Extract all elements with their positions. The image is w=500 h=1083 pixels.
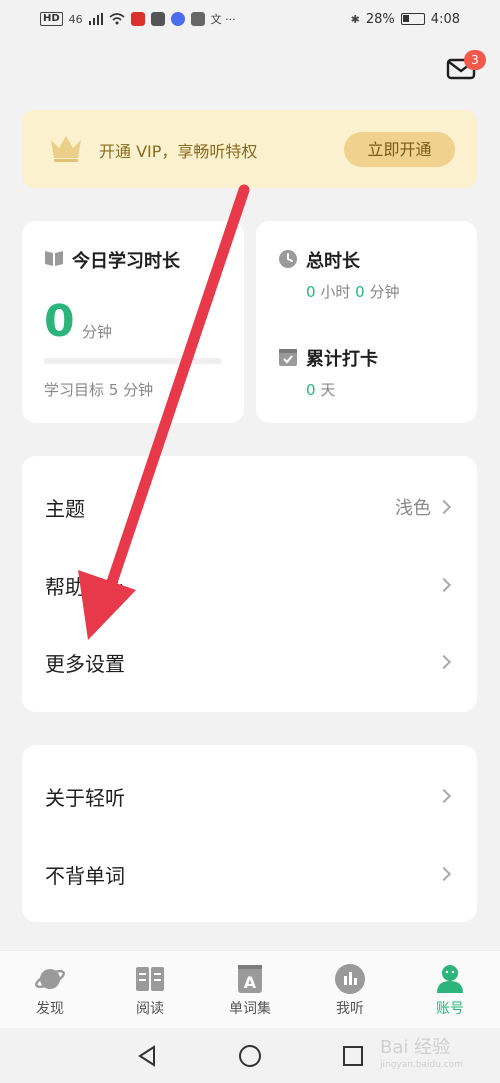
checkin-icon xyxy=(279,349,297,366)
chevron-right-icon xyxy=(436,866,452,882)
nav-listen[interactable]: 我听 xyxy=(300,951,400,1029)
theme-value: 浅色 xyxy=(395,498,431,519)
settings-list: 主题 浅色 帮助中心 更多设置 xyxy=(22,456,477,712)
watermark-url: jingyan.baidu.com xyxy=(380,1060,464,1070)
bubei-row[interactable]: 不背单词 xyxy=(22,835,477,913)
word-set-icon: A xyxy=(238,965,262,993)
about-list: 关于轻听 不背单词 xyxy=(22,745,477,922)
clock: 4:08 xyxy=(430,11,460,27)
status-right: ✱ 28% 4:08 xyxy=(351,12,460,27)
nav-listen-label: 我听 xyxy=(336,1001,364,1017)
today-study-card[interactable]: 今日学习时长 0 分钟 学习目标 5 分钟 xyxy=(22,221,244,423)
hd-indicator: HD xyxy=(40,12,63,26)
nav-account-label: 账号 xyxy=(436,1001,464,1017)
help-center-label: 帮助中心 xyxy=(45,574,125,599)
book-icon xyxy=(136,967,164,991)
vip-banner[interactable]: 开通 VIP，享畅听特权 立即开通 xyxy=(22,110,477,188)
bluetooth-icon: ✱ xyxy=(350,12,360,26)
status-bar: HD 46 文 ··· ✱ 28% 4:08 xyxy=(0,0,500,38)
chevron-right-icon xyxy=(436,499,452,515)
vip-open-button[interactable]: 立即开通 xyxy=(344,132,455,167)
theme-row[interactable]: 主题 浅色 xyxy=(22,468,477,546)
today-minutes: 0 xyxy=(44,296,75,347)
study-progress-bar xyxy=(44,358,222,364)
hours-unit: 小时 xyxy=(320,283,351,301)
chevron-right-icon xyxy=(436,788,452,804)
bottom-nav: 发现 阅读 A 单词集 我听 账号 xyxy=(0,950,500,1028)
chevron-right-icon xyxy=(436,577,452,593)
total-title: 总时长 xyxy=(306,251,360,272)
help-center-row[interactable]: 帮助中心 xyxy=(22,546,477,624)
nav-read-label: 阅读 xyxy=(136,1001,164,1017)
app-notification-icon xyxy=(130,12,145,26)
theme-value-group: 浅色 xyxy=(395,494,453,520)
nav-word-set-label: 单词集 xyxy=(229,1001,271,1017)
crown-icon xyxy=(51,136,81,162)
more-notifications-icon: 文 ··· xyxy=(210,13,236,26)
days-count: 0 xyxy=(306,381,316,399)
status-left: HD 46 文 ··· xyxy=(40,11,236,27)
checkin-title: 累计打卡 xyxy=(306,349,378,370)
total-hours: 0 xyxy=(306,283,316,301)
nav-account[interactable]: 账号 xyxy=(400,951,500,1029)
mail-badge: 3 xyxy=(464,50,486,70)
vip-text: 开通 VIP，享畅听特权 xyxy=(99,142,258,161)
more-settings-label: 更多设置 xyxy=(45,651,125,676)
checkin-days: 0 天 xyxy=(306,379,335,400)
nav-read[interactable]: 阅读 xyxy=(100,951,200,1029)
chevron-right-icon xyxy=(436,654,452,670)
about-label: 关于轻听 xyxy=(45,785,125,810)
recents-icon[interactable] xyxy=(342,1045,364,1067)
today-title: 今日学习时长 xyxy=(72,251,180,272)
total-minutes: 0 xyxy=(355,283,365,301)
signal-strength: 46 xyxy=(68,12,83,26)
audio-bars-icon xyxy=(335,964,365,994)
nav-discover[interactable]: 发现 xyxy=(0,951,100,1029)
back-icon[interactable] xyxy=(136,1044,158,1067)
watermark: Bai 经验 xyxy=(380,1037,451,1058)
total-stats-card[interactable]: 总时长 0 小时 0 分钟 累计打卡 0 天 xyxy=(256,221,477,423)
nav-word-set[interactable]: A 单词集 xyxy=(200,951,300,1029)
home-icon[interactable] xyxy=(238,1044,262,1068)
wifi-icon xyxy=(109,13,125,25)
svg-text:A: A xyxy=(244,973,257,992)
book-icon xyxy=(45,251,63,266)
about-row[interactable]: 关于轻听 xyxy=(22,757,477,835)
planet-icon xyxy=(34,969,66,989)
study-goal: 学习目标 5 分钟 xyxy=(44,381,154,399)
more-settings-row[interactable]: 更多设置 xyxy=(22,623,477,701)
app-notification-icon xyxy=(190,12,205,26)
app-notification-icon xyxy=(170,12,185,26)
days-unit: 天 xyxy=(320,381,336,399)
bubei-label: 不背单词 xyxy=(45,863,125,888)
account-icon xyxy=(437,965,463,993)
signal-icon xyxy=(88,13,103,25)
battery-percent: 28% xyxy=(365,11,395,27)
today-unit: 分钟 xyxy=(82,323,113,341)
theme-label: 主题 xyxy=(45,496,85,521)
app-notification-icon xyxy=(150,12,165,26)
battery-icon xyxy=(400,13,425,25)
minutes-unit: 分钟 xyxy=(369,283,400,301)
clock-icon xyxy=(279,250,297,268)
total-duration: 0 小时 0 分钟 xyxy=(306,281,399,302)
nav-discover-label: 发现 xyxy=(36,1001,64,1017)
